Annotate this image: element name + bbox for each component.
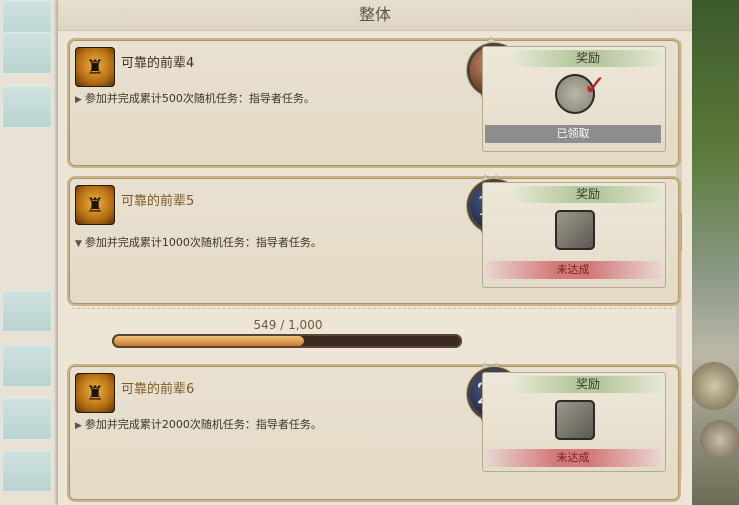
sword-reward-icon[interactable] xyxy=(555,210,595,250)
category-tab[interactable] xyxy=(2,450,52,492)
trophy-figure-icon: ♜ xyxy=(75,47,115,87)
achievement-title: 可靠的前辈4 xyxy=(121,56,195,71)
reward-label: 奖励 xyxy=(513,50,663,67)
achievement-description: ▶ 参加并完成累计500次随机任务：指导者任务。 xyxy=(75,90,315,106)
category-tab[interactable] xyxy=(2,345,52,387)
reward-label: 奖励 xyxy=(513,186,663,203)
reward-box: 奖励 未达成 xyxy=(482,182,666,288)
category-tab[interactable] xyxy=(2,398,52,440)
category-tab[interactable] xyxy=(2,290,52,332)
reward-box: 奖励 未达成 xyxy=(482,372,666,472)
trophy-figure-icon: ♜ xyxy=(75,373,115,413)
description-text: 参加并完成累计2000次随机任务：指导者任务。 xyxy=(84,418,322,431)
divider xyxy=(72,308,672,309)
expand-arrow-icon[interactable]: ▶ xyxy=(75,95,82,105)
description-text: 参加并完成累计1000次随机任务：指导者任务。 xyxy=(84,236,322,249)
coin-decoration xyxy=(690,362,738,410)
blade-reward-icon[interactable] xyxy=(555,400,595,440)
progress-fill xyxy=(114,336,304,346)
panel-title: 整体 xyxy=(58,0,692,31)
reward-status: 已领取 xyxy=(485,125,661,143)
achievement-title: 可靠的前辈6 xyxy=(121,382,195,397)
reward-status: 未达成 xyxy=(485,261,661,279)
category-sidebar xyxy=(0,0,60,505)
checkmark-icon: ✓ xyxy=(583,69,607,102)
category-tab[interactable] xyxy=(2,86,52,128)
reward-box: 奖励 ✓ 已领取 xyxy=(482,46,666,152)
category-tab[interactable] xyxy=(2,32,52,74)
coin-decoration xyxy=(700,420,739,460)
expand-arrow-icon[interactable]: ▶ xyxy=(75,421,82,431)
achievement-description: ▶ 参加并完成累计2000次随机任务：指导者任务。 xyxy=(75,416,322,432)
reward-label: 奖励 xyxy=(513,376,663,393)
trophy-figure-icon: ♜ xyxy=(75,185,115,225)
collapse-arrow-icon[interactable]: ▼ xyxy=(75,239,82,249)
reward-status: 未达成 xyxy=(485,449,661,467)
description-text: 参加并完成累计500次随机任务：指导者任务。 xyxy=(84,92,315,105)
progress-text: 549 / 1,000 xyxy=(253,318,323,332)
achievement-title: 可靠的前辈5 xyxy=(121,194,195,209)
achievement-description: ▼ 参加并完成累计1000次随机任务：指导者任务。 xyxy=(75,234,322,250)
